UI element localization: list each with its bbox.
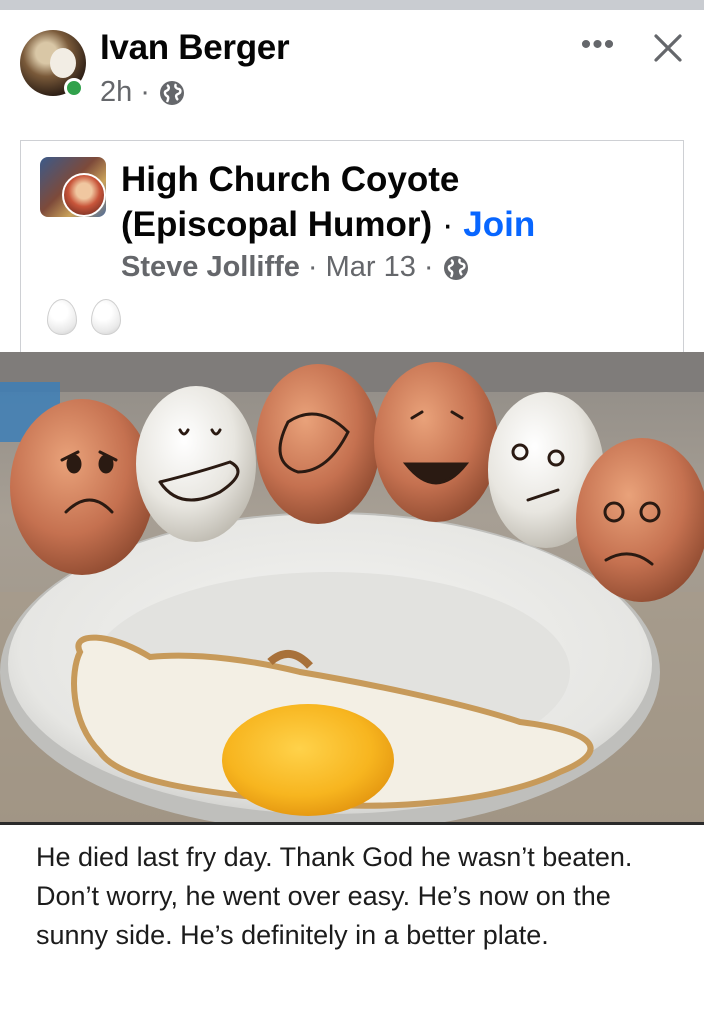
avatar-detail xyxy=(50,48,76,78)
meta-separator: · xyxy=(140,76,150,108)
meme-photo[interactable] xyxy=(0,352,704,822)
top-strip xyxy=(0,0,704,10)
title-separator: · xyxy=(441,205,454,244)
join-group-button[interactable]: Join xyxy=(463,205,535,244)
close-icon[interactable] xyxy=(648,28,688,68)
egg-emoji xyxy=(91,299,121,335)
post-time[interactable]: 2h xyxy=(100,76,132,109)
shared-post-card[interactable]: High Church Coyote (Episcopal Humor) · J… xyxy=(20,140,684,380)
post-meta: 2h · xyxy=(100,76,186,109)
online-status-dot xyxy=(64,78,84,98)
poster-avatar[interactable] xyxy=(62,173,106,217)
globe-icon[interactable] xyxy=(158,79,186,107)
poster-name[interactable]: Steve Jolliffe xyxy=(121,251,300,284)
shared-post-date[interactable]: Mar 13 xyxy=(326,251,416,284)
globe-icon xyxy=(443,255,468,280)
author-name[interactable]: Ivan Berger xyxy=(100,28,290,68)
group-name-link[interactable]: High Church Coyote (Episcopal Humor) xyxy=(121,160,459,244)
group-avatar[interactable] xyxy=(40,157,106,217)
egg-emoji xyxy=(47,299,77,335)
shared-post-meta: Steve Jolliffe · Mar 13 · xyxy=(121,251,470,284)
photo-divider xyxy=(0,822,704,825)
more-options-button[interactable]: ••• xyxy=(578,28,618,61)
ellipsis-icon: ••• xyxy=(580,28,616,61)
meta-separator: · xyxy=(307,251,318,283)
meme-caption: He died last fry day. Thank God he wasn’… xyxy=(36,842,633,950)
group-title: High Church Coyote (Episcopal Humor) · J… xyxy=(121,157,641,247)
meta-separator: · xyxy=(423,251,434,283)
